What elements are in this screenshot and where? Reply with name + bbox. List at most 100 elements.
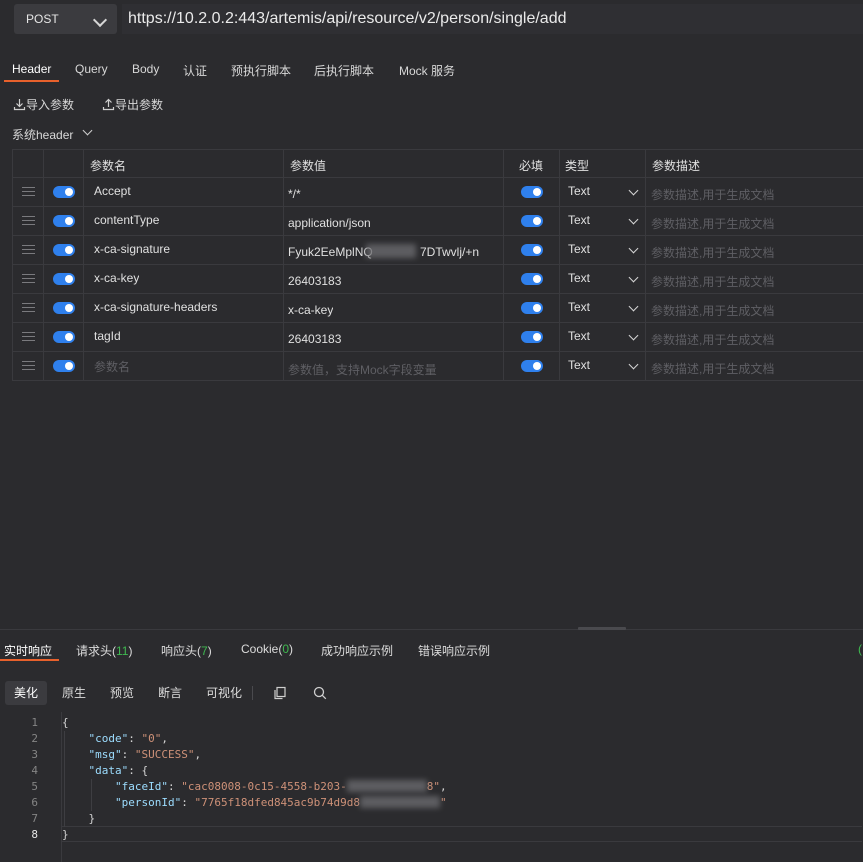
toolbar-divider xyxy=(252,686,253,700)
export-params-button[interactable]: 导出参数 xyxy=(102,96,163,113)
type-select[interactable]: Text xyxy=(559,294,645,323)
response-body-editor[interactable]: 1 2 3 4 5 6 7 8 { "code": "0", "msg": "S… xyxy=(0,712,863,862)
drag-handle-icon[interactable] xyxy=(22,274,35,283)
param-value-input[interactable]: 参数值，支持Mock字段变量 xyxy=(288,361,437,378)
param-value[interactable]: 26403183 xyxy=(288,332,341,346)
line-number: 3 xyxy=(31,748,38,761)
param-name[interactable]: Accept xyxy=(94,184,131,198)
tab-header[interactable]: Header xyxy=(12,62,51,76)
drag-handle-icon[interactable] xyxy=(22,245,35,254)
type-select[interactable]: Text xyxy=(559,323,645,352)
drag-handle-icon[interactable] xyxy=(22,361,35,370)
line-number: 6 xyxy=(31,796,38,809)
required-toggle[interactable] xyxy=(521,331,543,343)
param-name[interactable]: contentType xyxy=(94,213,159,227)
type-select[interactable]: Text xyxy=(559,207,645,236)
tab-mock[interactable]: Mock 服务 xyxy=(399,62,455,79)
param-name[interactable]: x-ca-signature-headers xyxy=(94,300,217,314)
param-name-input[interactable]: 参数名 xyxy=(94,358,130,375)
tab-response-headers[interactable]: 响应头(7) xyxy=(161,642,212,659)
chevron-down-icon xyxy=(628,301,639,312)
param-value[interactable]: 26403183 xyxy=(288,274,341,288)
required-toggle[interactable] xyxy=(521,215,543,227)
import-params-button[interactable]: 导入参数 xyxy=(13,96,74,113)
tab-pre-script[interactable]: 预执行脚本 xyxy=(231,62,291,79)
param-name[interactable]: x-ca-signature xyxy=(94,242,170,256)
param-desc-input[interactable]: 参数描述,用于生成文档 xyxy=(651,331,774,348)
copy-icon[interactable] xyxy=(273,686,287,700)
enable-toggle[interactable] xyxy=(53,331,75,343)
view-raw-button[interactable]: 原生 xyxy=(56,681,92,705)
tab-auth[interactable]: 认证 xyxy=(183,62,207,79)
tab-post-script[interactable]: 后执行脚本 xyxy=(314,62,374,79)
type-value: Text xyxy=(568,213,591,227)
required-toggle[interactable] xyxy=(521,186,543,198)
type-value: Text xyxy=(568,300,591,314)
tab-query[interactable]: Query xyxy=(75,62,108,76)
col-name: 参数名 xyxy=(90,159,127,173)
required-toggle[interactable] xyxy=(521,360,543,372)
enable-toggle[interactable] xyxy=(53,360,75,372)
param-value[interactable]: Fyuk2EeMplNQ 7DTwvlj/+n xyxy=(283,236,503,265)
param-value[interactable]: x-ca-key xyxy=(288,303,333,317)
param-desc-input[interactable]: 参数描述,用于生成文档 xyxy=(651,273,774,290)
required-toggle[interactable] xyxy=(521,244,543,256)
enable-toggle[interactable] xyxy=(53,215,75,227)
active-tab-indicator xyxy=(4,80,59,82)
chevron-down-icon[interactable] xyxy=(82,125,93,136)
tab-request-headers[interactable]: 请求头(11) xyxy=(76,642,132,659)
download-icon xyxy=(13,99,26,111)
col-required: 必填 xyxy=(519,159,544,173)
type-select[interactable]: Text xyxy=(559,236,645,265)
drag-handle-icon[interactable] xyxy=(22,332,35,341)
tab-error-example[interactable]: 错误响应示例 xyxy=(418,642,490,659)
tab-body[interactable]: Body xyxy=(132,62,159,76)
line-number-gutter: 1 2 3 4 5 6 7 8 xyxy=(0,712,60,862)
param-name[interactable]: tagId xyxy=(94,329,121,343)
param-desc-input[interactable]: 参数描述,用于生成文档 xyxy=(651,215,774,232)
type-select[interactable]: Text xyxy=(559,178,645,207)
param-desc-input[interactable]: 参数描述,用于生成文档 xyxy=(651,186,774,203)
table-row-new: 参数名 参数值，支持Mock字段变量 Text 参数描述,用于生成文档 xyxy=(12,352,863,381)
param-desc-input[interactable]: 参数描述,用于生成文档 xyxy=(651,360,774,377)
drag-handle-icon[interactable] xyxy=(22,303,35,312)
drag-handle-icon[interactable] xyxy=(22,216,35,225)
search-icon[interactable] xyxy=(313,686,327,700)
method-select[interactable]: POST xyxy=(14,4,117,34)
param-value[interactable]: application/json xyxy=(288,216,371,230)
param-value[interactable]: */* xyxy=(288,187,301,201)
view-assert-button[interactable]: 断言 xyxy=(152,681,188,705)
enable-toggle[interactable] xyxy=(53,273,75,285)
table-row: Accept */* Text 参数描述,用于生成文档 xyxy=(12,178,863,207)
param-desc-input[interactable]: 参数描述,用于生成文档 xyxy=(651,302,774,319)
resize-handle[interactable] xyxy=(578,627,626,630)
enable-toggle[interactable] xyxy=(53,302,75,314)
param-desc-input[interactable]: 参数描述,用于生成文档 xyxy=(651,244,774,261)
request-tabs: Header Query Body 认证 预执行脚本 后执行脚本 Mock 服务 xyxy=(0,56,863,82)
status-indicator: ( xyxy=(858,642,862,656)
param-name[interactable]: x-ca-key xyxy=(94,271,139,285)
chevron-down-icon xyxy=(628,359,639,370)
type-value: Text xyxy=(568,184,591,198)
tab-cookie[interactable]: Cookie(0) xyxy=(241,642,293,656)
export-params-label: 导出参数 xyxy=(115,98,164,112)
type-select[interactable]: Text xyxy=(559,265,645,294)
table-row: tagId 26403183 Text 参数描述,用于生成文档 xyxy=(12,323,863,352)
required-toggle[interactable] xyxy=(521,302,543,314)
enable-toggle[interactable] xyxy=(53,186,75,198)
system-header-toggle[interactable]: 系统header xyxy=(12,126,73,143)
view-visualize-button[interactable]: 可视化 xyxy=(200,681,248,705)
enable-toggle[interactable] xyxy=(53,244,75,256)
table-header-row: 参数名 参数值 必填 类型 参数描述 xyxy=(12,149,863,179)
col-desc: 参数描述 xyxy=(652,159,701,173)
url-input[interactable] xyxy=(122,4,863,34)
type-select[interactable]: Text xyxy=(559,352,645,381)
tab-realtime-response[interactable]: 实时响应 xyxy=(4,642,52,659)
drag-handle-icon[interactable] xyxy=(22,187,35,196)
table-row: x-ca-signature Fyuk2EeMplNQ 7DTwvlj/+n T… xyxy=(12,236,863,265)
tab-success-example[interactable]: 成功响应示例 xyxy=(321,642,393,659)
required-toggle[interactable] xyxy=(521,273,543,285)
view-preview-button[interactable]: 预览 xyxy=(104,681,140,705)
line-number: 2 xyxy=(31,732,38,745)
view-beautify-button[interactable]: 美化 xyxy=(5,681,47,705)
